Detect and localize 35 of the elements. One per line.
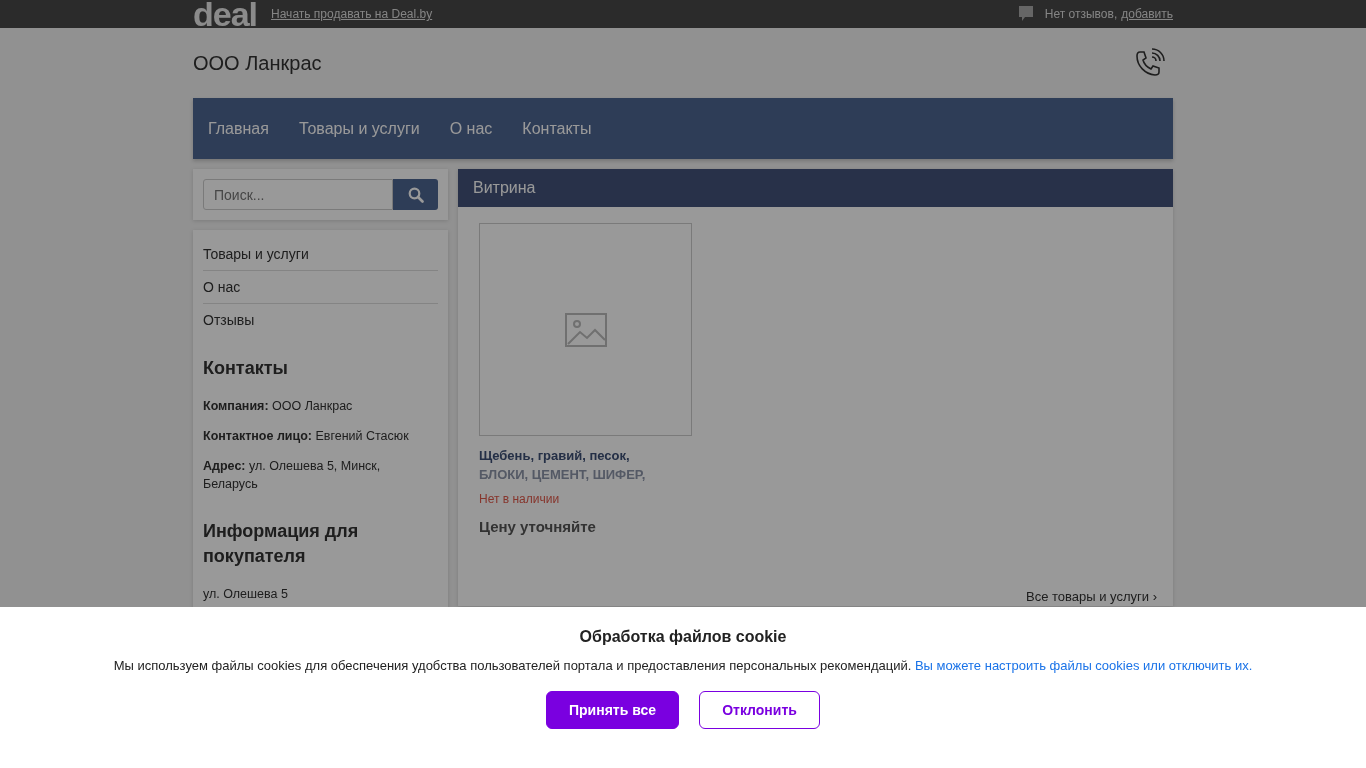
accept-button[interactable]: Принять все [546, 691, 679, 729]
contact-line: Адрес: ул. Олешева 5, Минск, Беларусь [203, 458, 382, 493]
all-products-link[interactable]: Все товары и услуги › [1026, 589, 1157, 604]
cookie-title: Обработка файлов cookie [579, 628, 787, 646]
sidebar-item[interactable]: Отзывы [203, 304, 438, 336]
availability-text: Нет в наличии [479, 492, 560, 506]
image-icon [564, 312, 607, 347]
cookie-text: Мы используем файлы cookies для обеспечения удобства пользователей портала и предоставления персональных рекомендаций. [113, 658, 912, 673]
comment-icon [1018, 6, 1033, 22]
contacts-heading: Контакты [203, 357, 289, 380]
reviews-text: Нет отзывов, [1044, 7, 1118, 21]
search-button[interactable] [393, 179, 438, 210]
sidebar-item[interactable]: Товары и услуги [203, 238, 438, 271]
sell-link[interactable]: Начать продавать на Deal.by [271, 7, 433, 21]
cookie-settings-link[interactable]: Вы можете настроить файлы cookies или отключить их. [914, 658, 1253, 673]
company-name: ООО Ланкрас [193, 51, 322, 75]
search-icon [407, 186, 424, 203]
nav-link[interactable]: Контакты [522, 119, 592, 138]
price-text: Цену уточняйте [479, 518, 596, 535]
nav-link[interactable]: Главная [208, 119, 269, 138]
product-subtitle: БЛОКИ, ЦЕМЕНТ, ШИФЕР, [479, 467, 646, 482]
showcase-title: Витрина [473, 179, 536, 197]
nav-link[interactable]: Товары и услуги [298, 119, 420, 138]
logo[interactable]: deal [193, 0, 258, 28]
sidebar-item[interactable]: О нас [203, 271, 438, 304]
product-name[interactable]: Щебень, гравий, песок, [479, 448, 630, 463]
add-review-link[interactable]: добавить [1121, 7, 1173, 21]
nav-link[interactable]: О нас [449, 119, 493, 138]
contact-line: Контактное лицо: Евгений Стасюк [203, 428, 410, 445]
phone-icon[interactable] [1133, 47, 1165, 79]
search-field[interactable]: Поиск... [203, 179, 393, 210]
contact-line: Компания: ООО Ланкрас [203, 398, 354, 415]
info-heading: Информация для покупателя [203, 520, 360, 568]
decline-button[interactable]: Отклонить [699, 691, 820, 729]
info-text: ул. Олешева 5 [203, 586, 289, 603]
